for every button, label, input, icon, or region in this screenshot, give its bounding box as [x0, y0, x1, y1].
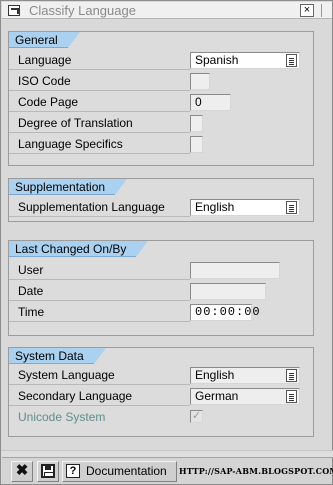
value-help-icon[interactable]	[286, 201, 297, 214]
language-label: Language	[9, 50, 190, 70]
system-language-value: English	[195, 368, 235, 382]
group-header-last-changed: Last Changed On/By	[9, 241, 149, 257]
row-code-page: Code Page 0	[9, 92, 313, 113]
documentation-button[interactable]: ? Documentation	[62, 461, 177, 482]
language-specifics-field[interactable]	[190, 136, 203, 153]
group-header-general: General	[9, 32, 80, 48]
code-page-label: Code Page	[9, 92, 190, 112]
secondary-language-field[interactable]: German	[190, 388, 300, 405]
supplementation-language-label: Supplementation Language	[9, 197, 190, 217]
time-label: Time	[9, 302, 190, 322]
user-label: User	[9, 260, 190, 280]
group-header-supplementation: Supplementation	[9, 179, 128, 195]
group-general: General Language Spanish ISO Code Code P…	[8, 31, 314, 166]
row-degree: Degree of Translation	[9, 113, 313, 134]
value-help-icon[interactable]	[286, 369, 297, 382]
group-title: Last Changed On/By	[15, 242, 127, 256]
title-bar: Classify Language ×	[2, 2, 332, 19]
date-label: Date	[9, 281, 190, 301]
row-time: Time 00:00:00	[9, 302, 313, 323]
row-supplementation-language: Supplementation Language English	[9, 197, 313, 218]
degree-of-translation-label: Degree of Translation	[9, 113, 190, 133]
toolbar-separator	[1, 450, 333, 457]
iso-code-field[interactable]	[190, 73, 210, 90]
row-user: User	[9, 260, 313, 281]
row-iso-code: ISO Code	[9, 71, 313, 92]
row-date: Date	[9, 281, 313, 302]
group-header-system-data: System Data	[9, 348, 106, 364]
system-language-label: System Language	[9, 365, 190, 385]
group-system-data: System Data System Language English Seco…	[8, 347, 314, 437]
classify-language-dialog: Classify Language × General Language Spa…	[0, 0, 333, 485]
row-language: Language Spanish	[9, 50, 313, 71]
application-toolbar: ✖ ? Documentation HTTP://SAP-ABM.BLOGSPO…	[2, 457, 333, 484]
unicode-system-checkbox: ✓	[190, 410, 203, 423]
window-title: Classify Language	[29, 3, 136, 18]
date-field[interactable]	[190, 283, 266, 300]
row-unicode: Unicode System ✓	[9, 407, 313, 428]
window-icon	[8, 5, 20, 16]
degree-of-translation-field[interactable]	[190, 115, 203, 132]
secondary-language-label: Secondary Language	[9, 386, 190, 406]
code-page-field[interactable]: 0	[190, 94, 231, 111]
group-last-changed: Last Changed On/By User Date Time 00:00:…	[8, 240, 314, 336]
row-secondary-language: Secondary Language German	[9, 386, 313, 407]
close-button[interactable]: ×	[300, 4, 314, 17]
cancel-icon: ✖	[15, 462, 29, 479]
iso-code-label: ISO Code	[9, 71, 190, 91]
row-specifics: Language Specifics	[9, 134, 313, 155]
watermark-text: HTTP://SAP-ABM.BLOGSPOT.COM	[179, 466, 333, 476]
system-language-field[interactable]: English	[190, 367, 300, 384]
unicode-system-label: Unicode System	[18, 410, 106, 424]
supplementation-language-value: English	[195, 200, 235, 214]
group-title: Supplementation	[15, 180, 106, 194]
group-supplementation: Supplementation Supplementation Language…	[8, 178, 314, 222]
time-field[interactable]: 00:00:00	[190, 304, 260, 321]
language-specifics-label: Language Specifics	[9, 134, 190, 154]
cancel-button[interactable]: ✖	[11, 461, 33, 482]
language-field[interactable]: Spanish	[190, 52, 300, 69]
help-icon: ?	[66, 464, 80, 478]
value-help-icon[interactable]	[286, 390, 297, 403]
save-button[interactable]	[37, 461, 59, 482]
documentation-label: Documentation	[86, 464, 167, 478]
group-title: System Data	[15, 349, 84, 363]
row-system-language: System Language English	[9, 365, 313, 386]
title-bar-edge	[321, 4, 331, 17]
supplementation-language-field[interactable]: English	[190, 199, 300, 216]
language-value: Spanish	[195, 53, 239, 67]
save-icon	[41, 464, 55, 478]
secondary-language-value: German	[195, 389, 239, 403]
value-help-icon[interactable]	[286, 54, 297, 67]
user-field[interactable]	[190, 262, 280, 279]
group-title: General	[15, 33, 58, 47]
